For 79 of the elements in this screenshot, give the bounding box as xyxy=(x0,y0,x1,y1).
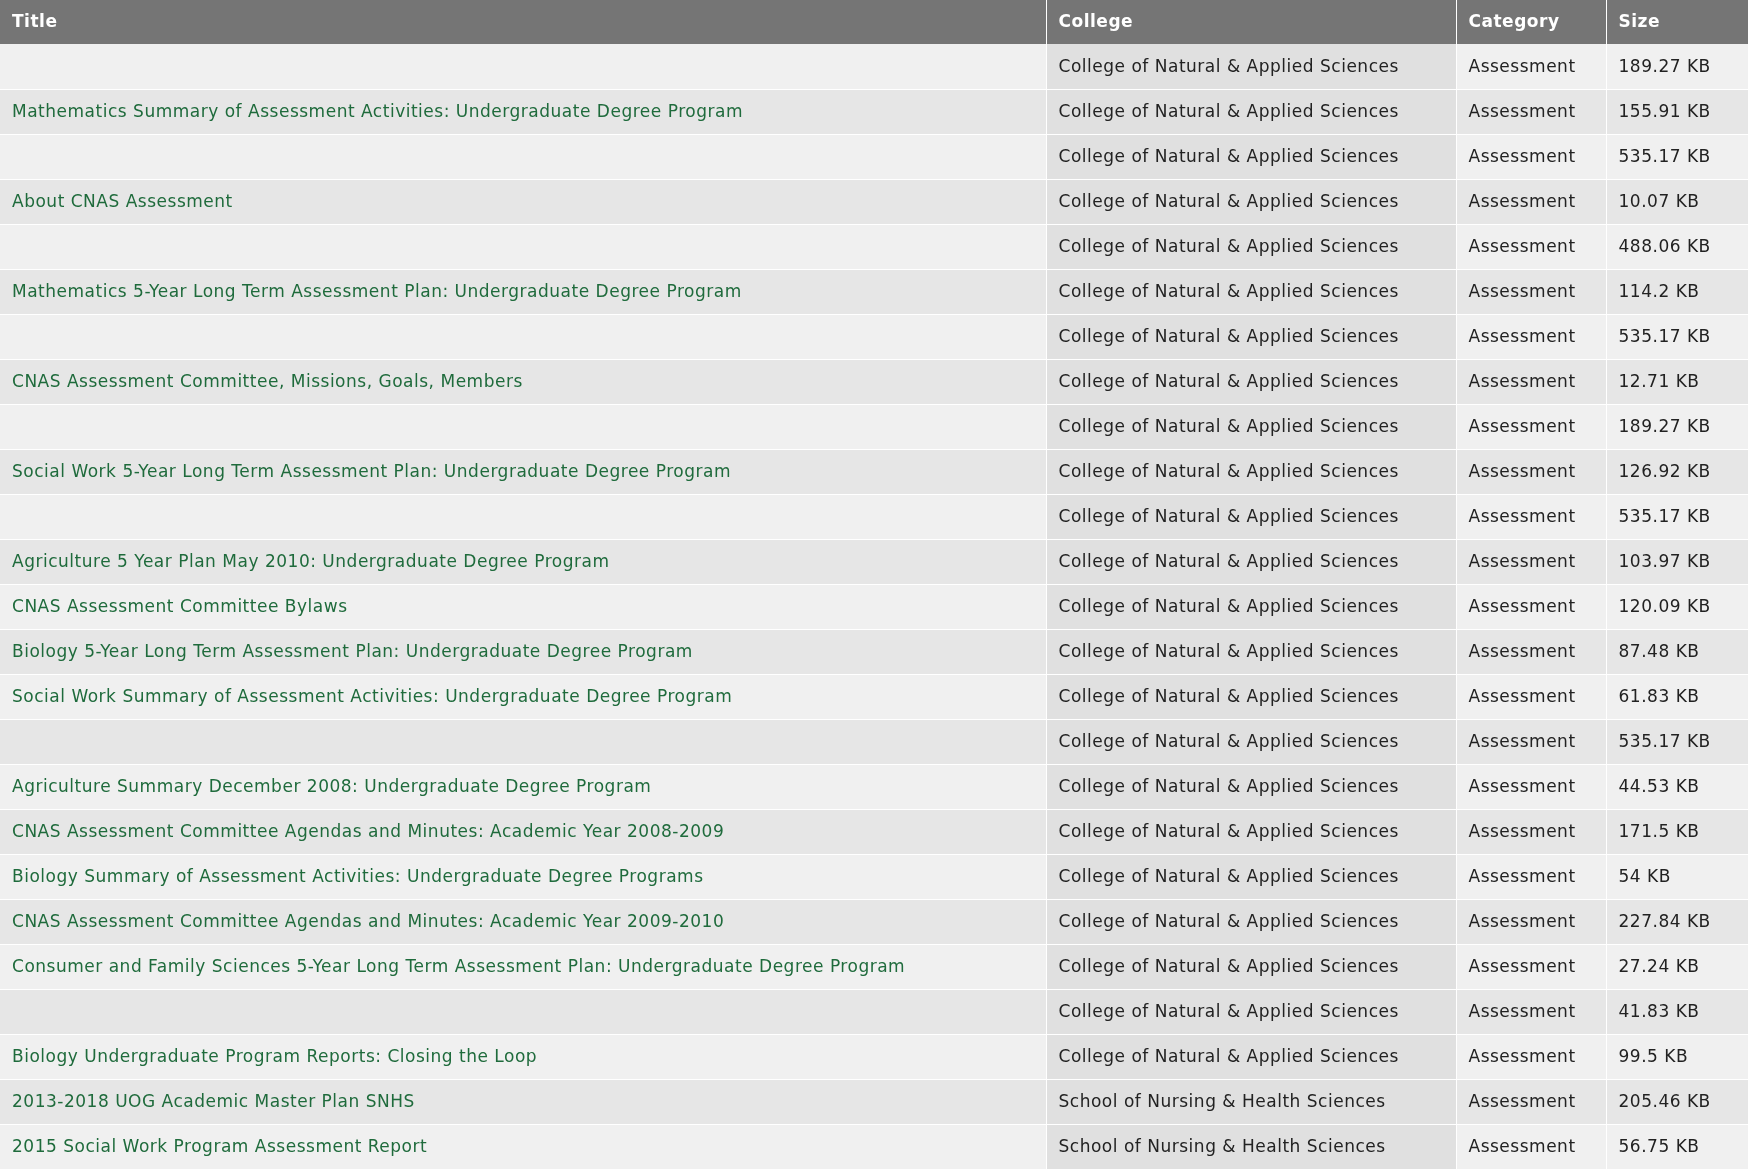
table-cell: 535.17 KB xyxy=(1606,494,1748,539)
table-cell: Assessment xyxy=(1456,224,1606,269)
table-cell: Assessment xyxy=(1456,1034,1606,1079)
table-cell: College of Natural & Applied Sciences xyxy=(1046,719,1456,764)
table-cell: 12.71 KB xyxy=(1606,359,1748,404)
table-cell: College of Natural & Applied Sciences xyxy=(1046,44,1456,89)
table-cell: College of Natural & Applied Sciences xyxy=(1046,224,1456,269)
table-cell: Assessment xyxy=(1456,989,1606,1034)
document-link[interactable]: 2013-2018 UOG Academic Master Plan SNHS xyxy=(12,1090,415,1111)
table-cell: 120.09 KB xyxy=(1606,584,1748,629)
table-cell: 44.53 KB xyxy=(1606,764,1748,809)
table-cell: 56.75 KB xyxy=(1606,1124,1748,1169)
table-cell: 189.27 KB xyxy=(1606,404,1748,449)
table-cell: Assessment xyxy=(1456,1079,1606,1124)
table-cell: School of Nursing & Health Sciences xyxy=(1046,1079,1456,1124)
table-cell: College of Natural & Applied Sciences xyxy=(1046,314,1456,359)
table-cell: 126.92 KB xyxy=(1606,449,1748,494)
table-cell: College of Natural & Applied Sciences xyxy=(1046,404,1456,449)
table-cell: 54 KB xyxy=(1606,854,1748,899)
table-cell: 189.27 KB xyxy=(1606,44,1748,89)
table-cell: 488.06 KB xyxy=(1606,224,1748,269)
table-cell: College of Natural & Applied Sciences xyxy=(1046,539,1456,584)
table-cell: College of Natural & Applied Sciences xyxy=(1046,989,1456,1034)
table-cell: 227.84 KB xyxy=(1606,899,1748,944)
table-cell: 99.5 KB xyxy=(1606,1034,1748,1079)
table-cell: Assessment xyxy=(1456,629,1606,674)
table-cell: Assessment xyxy=(1456,539,1606,584)
table-cell: 27.24 KB xyxy=(1606,944,1748,989)
table-cell: Assessment xyxy=(1456,44,1606,89)
table-cell: College of Natural & Applied Sciences xyxy=(1046,944,1456,989)
table-cell: Assessment xyxy=(1456,764,1606,809)
table-cell: Assessment xyxy=(1456,449,1606,494)
table-cell: 10.07 KB xyxy=(1606,179,1748,224)
table-cell: Assessment xyxy=(1456,269,1606,314)
table-cell: College of Natural & Applied Sciences xyxy=(1046,899,1456,944)
table-cell: College of Natural & Applied Sciences xyxy=(1046,89,1456,134)
table-cell: 205.46 KB xyxy=(1606,1079,1748,1124)
table-cell: College of Natural & Applied Sciences xyxy=(1046,1034,1456,1079)
table-cell: College of Natural & Applied Sciences xyxy=(1046,764,1456,809)
table-cell: Assessment xyxy=(1456,494,1606,539)
document-link[interactable]: CNAS Assessment Committee Bylaws xyxy=(12,595,348,616)
table-cell: 103.97 KB xyxy=(1606,539,1748,584)
table-cell: 87.48 KB xyxy=(1606,629,1748,674)
table-cell: College of Natural & Applied Sciences xyxy=(1046,269,1456,314)
table-cell: 114.2 KB xyxy=(1606,269,1748,314)
table-cell: Assessment xyxy=(1456,854,1606,899)
table-cell: 155.91 KB xyxy=(1606,89,1748,134)
table-cell: College of Natural & Applied Sciences xyxy=(1046,809,1456,854)
table-cell: Assessment xyxy=(1456,359,1606,404)
table-cell: 535.17 KB xyxy=(1606,134,1748,179)
table-cell: College of Natural & Applied Sciences xyxy=(1046,179,1456,224)
table-cell: Assessment xyxy=(1456,1124,1606,1169)
table-cell: 535.17 KB xyxy=(1606,314,1748,359)
table-cell: Assessment xyxy=(1456,809,1606,854)
table-cell: 535.17 KB xyxy=(1606,719,1748,764)
table-cell: Assessment xyxy=(1456,899,1606,944)
table-cell: Assessment xyxy=(1456,314,1606,359)
table-cell: Assessment xyxy=(1456,134,1606,179)
table-cell: College of Natural & Applied Sciences xyxy=(1046,854,1456,899)
table-cell: Assessment xyxy=(1456,404,1606,449)
table-cell: College of Natural & Applied Sciences xyxy=(1046,449,1456,494)
table-cell: College of Natural & Applied Sciences xyxy=(1046,629,1456,674)
table-cell: College of Natural & Applied Sciences xyxy=(1046,674,1456,719)
table-cell: 61.83 KB xyxy=(1606,674,1748,719)
table-cell: Assessment xyxy=(1456,584,1606,629)
table-cell: Assessment xyxy=(1456,674,1606,719)
table-cell: College of Natural & Applied Sciences xyxy=(1046,359,1456,404)
document-link[interactable]: About CNAS Assessment xyxy=(12,190,233,211)
table-cell: Assessment xyxy=(1456,719,1606,764)
table-cell: College of Natural & Applied Sciences xyxy=(1046,584,1456,629)
document-link[interactable]: 2015 Social Work Program Assessment Report xyxy=(12,1135,428,1156)
table-cell: College of Natural & Applied Sciences xyxy=(1046,494,1456,539)
table-cell: Assessment xyxy=(1456,944,1606,989)
table-cell: Assessment xyxy=(1456,179,1606,224)
table-cell: 41.83 KB xyxy=(1606,989,1748,1034)
table-cell: Assessment xyxy=(1456,89,1606,134)
table-cell: 171.5 KB xyxy=(1606,809,1748,854)
table-cell: College of Natural & Applied Sciences xyxy=(1046,134,1456,179)
table-cell: School of Nursing & Health Sciences xyxy=(1046,1124,1456,1169)
